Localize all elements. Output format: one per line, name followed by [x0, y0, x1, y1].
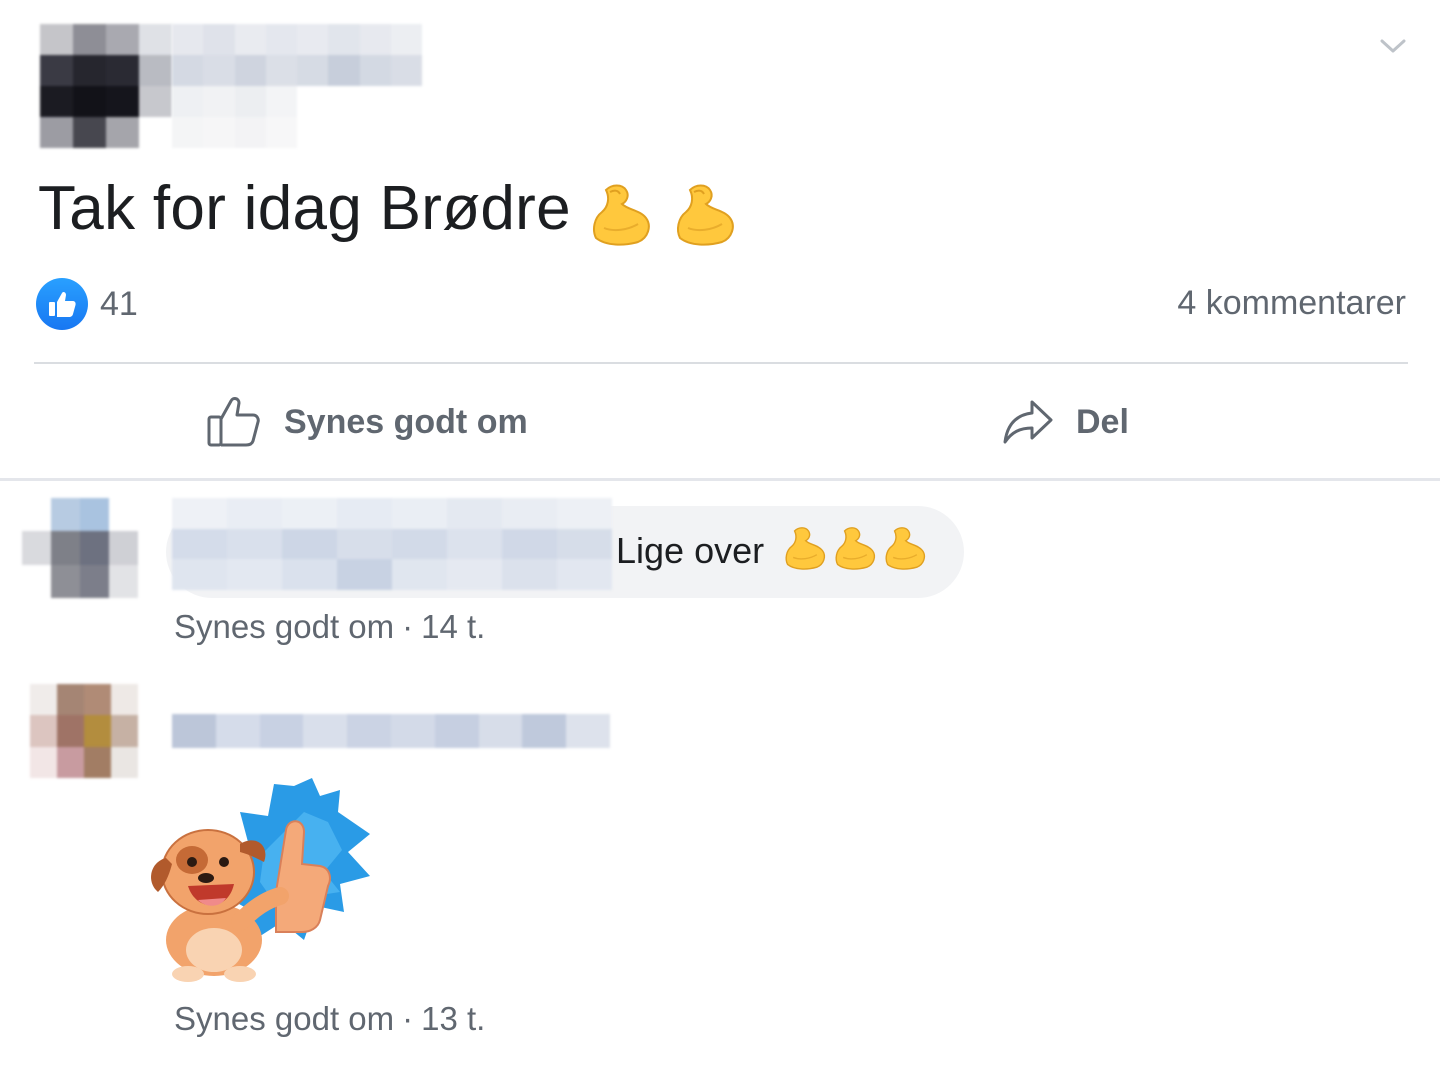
chevron-down-icon[interactable]: [1376, 34, 1410, 58]
reactions-summary[interactable]: 41: [36, 278, 138, 330]
share-button-label: Del: [1076, 402, 1129, 441]
flexed-biceps-emoji: [593, 184, 651, 246]
post-author-avatar[interactable]: [40, 24, 172, 148]
comment-meta: Synes godt om · 14 t.: [174, 608, 485, 646]
flexed-biceps-emoji: [785, 527, 826, 570]
comment-like-link[interactable]: Synes godt om: [174, 608, 394, 645]
comment-text: Lige over: [616, 530, 765, 571]
comment-timestamp[interactable]: 14 t.: [421, 608, 485, 645]
comment-meta: Synes godt om · 13 t.: [174, 1000, 485, 1038]
divider: [34, 362, 1408, 364]
like-button[interactable]: Synes godt om: [206, 390, 528, 454]
comment-emojis: [782, 522, 928, 572]
thumbs-up-puppy-sticker: [151, 778, 370, 982]
post-text-content: Tak for idag Brødre: [38, 174, 571, 243]
share-arrow-icon: [1003, 400, 1053, 444]
flexed-biceps-emoji: [835, 527, 876, 570]
thumbs-up-icon: [207, 397, 260, 447]
facebook-post: Tak for idag Brødre 41 4 kommentarer Syn…: [0, 0, 1440, 1066]
flexed-biceps-emoji: [885, 527, 926, 570]
post-text: Tak for idag Brødre: [38, 170, 738, 248]
comment-count-link[interactable]: 4 kommentarer: [1177, 284, 1406, 323]
divider: [0, 478, 1440, 481]
post-author-name[interactable]: [172, 24, 422, 148]
commenter-name[interactable]: [172, 714, 610, 748]
commenter-avatar[interactable]: [22, 498, 138, 598]
like-icon: [36, 278, 88, 330]
comment-timestamp[interactable]: 13 t.: [421, 1000, 485, 1037]
flexed-biceps-emoji: [677, 184, 734, 246]
like-button-label: Synes godt om: [284, 402, 528, 441]
share-button[interactable]: Del: [1002, 390, 1129, 454]
comment-like-link[interactable]: Synes godt om: [174, 1000, 394, 1037]
separator-dot: ·: [402, 1000, 414, 1037]
like-count: 41: [100, 284, 138, 323]
separator-dot: ·: [402, 608, 414, 645]
commenter-name[interactable]: [172, 498, 612, 590]
commenter-avatar[interactable]: [30, 684, 138, 778]
